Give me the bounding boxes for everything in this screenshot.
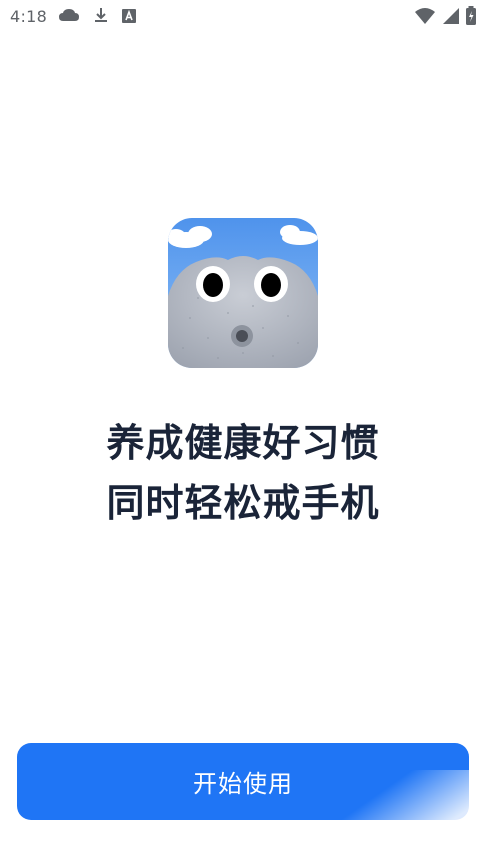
- headline-line-2: 同时轻松戒手机: [106, 481, 380, 525]
- font-a-icon: [122, 8, 136, 27]
- status-left-icons: [58, 7, 136, 27]
- status-time: 4:18: [10, 7, 48, 26]
- status-right-icons: [415, 6, 477, 30]
- battery-icon: [465, 6, 477, 30]
- status-bar: 4:18: [0, 0, 486, 34]
- signal-icon: [441, 7, 459, 29]
- cloud-icon: [58, 7, 80, 27]
- app-mascot-icon: [168, 218, 318, 368]
- start-button[interactable]: 开始使用: [17, 743, 469, 820]
- headline-line-1: 养成健康好习惯: [106, 421, 380, 465]
- wifi-icon: [415, 7, 435, 29]
- download-icon: [94, 7, 108, 27]
